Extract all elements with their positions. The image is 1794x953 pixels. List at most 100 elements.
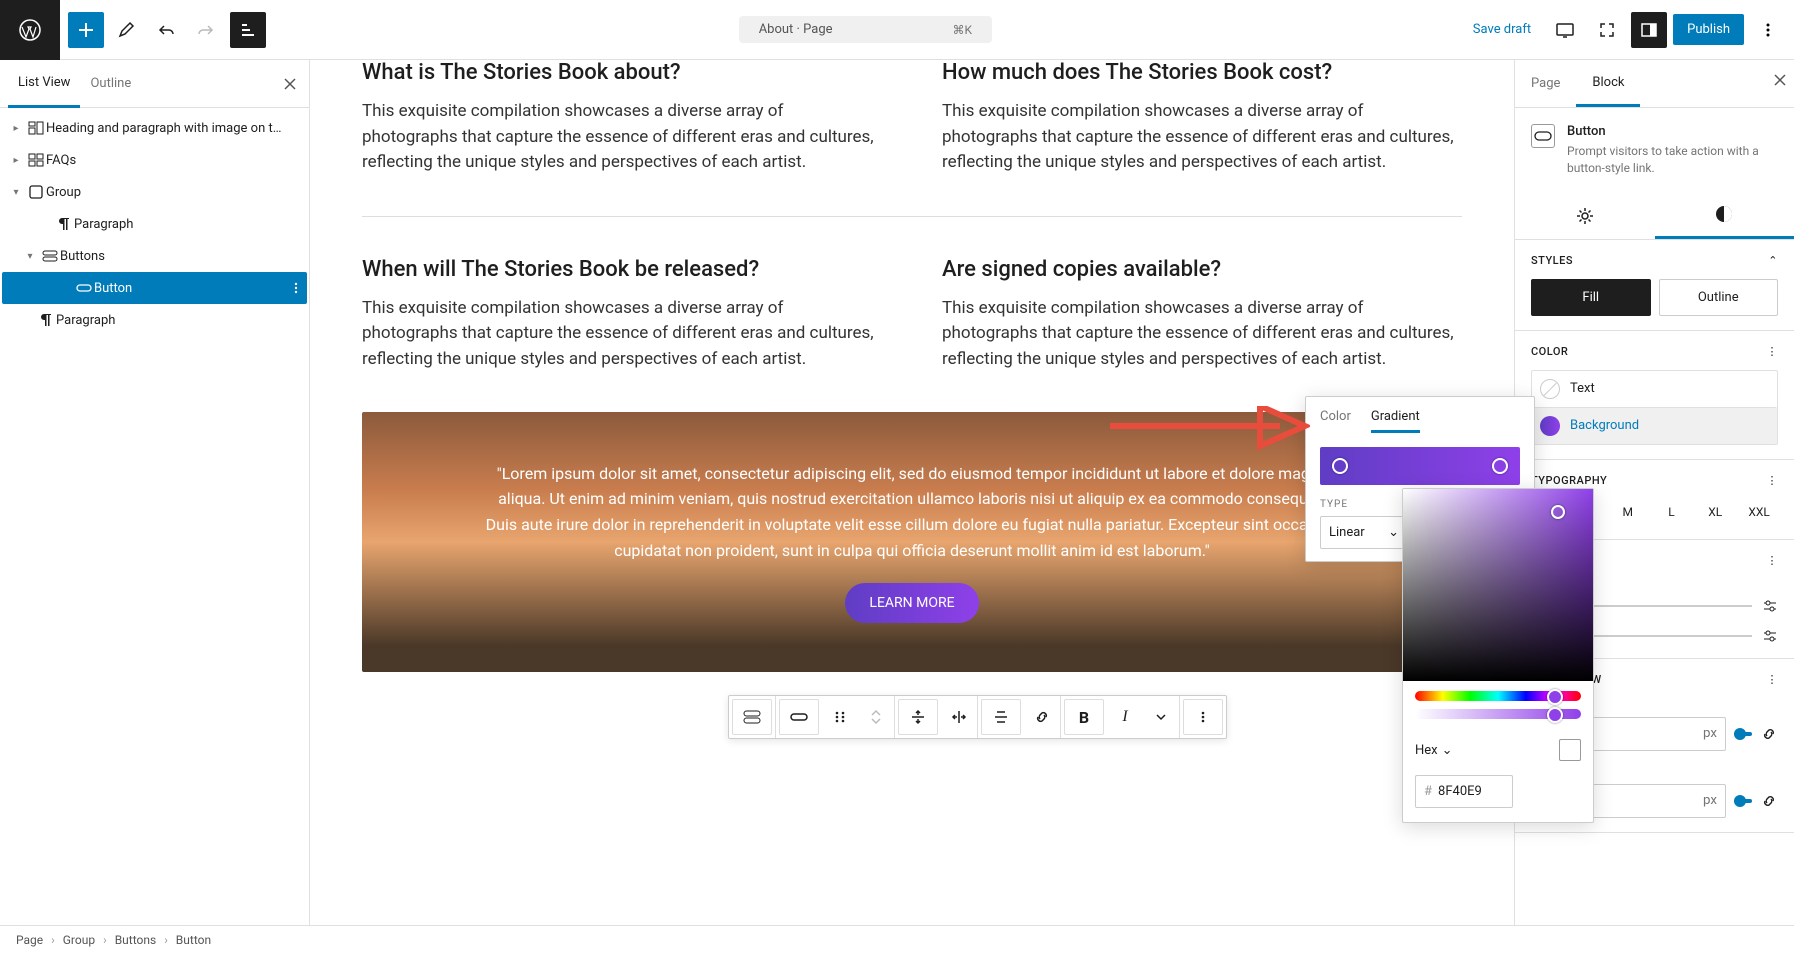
tree-item-group[interactable]: ▾ Group: [2, 176, 307, 208]
quote-text[interactable]: "Lorem ipsum dolor sit amet, consectetur…: [482, 461, 1342, 563]
view-button[interactable]: [1547, 12, 1583, 48]
gradient-preview[interactable]: [1320, 447, 1520, 485]
settings-icon[interactable]: [1762, 598, 1778, 614]
crumb-group[interactable]: Group: [63, 933, 95, 947]
link-icon[interactable]: [1760, 725, 1778, 743]
options-button[interactable]: [1750, 12, 1786, 48]
link-icon[interactable]: [1760, 792, 1778, 810]
tree-item-paragraph[interactable]: Paragraph: [2, 208, 307, 240]
saturation-area[interactable]: [1403, 489, 1593, 681]
block-type-button[interactable]: [779, 699, 819, 735]
block-tab[interactable]: Block: [1576, 60, 1640, 107]
settings-panel-toggle[interactable]: [1631, 12, 1667, 48]
edit-button[interactable]: [108, 12, 144, 48]
breadcrumb-footer: Page› Group› Buttons› Button: [0, 925, 1794, 953]
close-settings-button[interactable]: [1772, 72, 1788, 88]
type-value: Linear: [1329, 525, 1365, 540]
color-text-button[interactable]: Text: [1532, 371, 1777, 407]
crumb-buttons[interactable]: Buttons: [115, 933, 157, 947]
page-tab[interactable]: Page: [1515, 60, 1576, 107]
more-icon[interactable]: [289, 281, 303, 295]
undo-button[interactable]: [148, 12, 184, 48]
crumb-page[interactable]: Page: [16, 933, 43, 947]
more-icon[interactable]: ⋮: [1767, 345, 1779, 358]
document-title[interactable]: About · Page ⌘K: [739, 16, 992, 43]
size-xxl[interactable]: XXL: [1740, 499, 1778, 525]
format-select[interactable]: Hex⌄: [1415, 743, 1453, 758]
wordpress-logo[interactable]: [0, 0, 60, 60]
size-m[interactable]: M: [1609, 499, 1647, 525]
tree-item-paragraph[interactable]: Paragraph: [2, 304, 307, 336]
gradient-stop[interactable]: [1332, 458, 1348, 474]
faq-heading: What is The Stories Book about?: [362, 60, 882, 85]
faq-item[interactable]: Are signed copies available?This exquisi…: [942, 257, 1462, 373]
cover-block[interactable]: "Lorem ipsum dolor sit amet, consectetur…: [362, 412, 1462, 672]
more-icon[interactable]: ⋮: [1767, 554, 1779, 567]
add-block-button[interactable]: [68, 12, 104, 48]
gradient-tab[interactable]: Gradient: [1371, 409, 1420, 433]
fullscreen-button[interactable]: [1589, 12, 1625, 48]
buttons-icon: [40, 248, 60, 264]
tree-label: Button: [94, 281, 303, 296]
chevron-down-icon[interactable]: ▾: [20, 251, 40, 262]
tree-item-buttons[interactable]: ▾ Buttons: [2, 240, 307, 272]
styles-tab[interactable]: [1655, 193, 1794, 239]
width-button[interactable]: [941, 696, 977, 738]
tree-item-faqs[interactable]: ▸ FAQs: [2, 144, 307, 176]
color-picker: Hex⌄ #8F40E9: [1402, 488, 1594, 823]
style-outline-button[interactable]: Outline: [1659, 279, 1779, 316]
border-slider[interactable]: [1734, 732, 1752, 736]
parent-block-button[interactable]: [732, 699, 772, 735]
chevron-up-icon[interactable]: ⌃: [1768, 254, 1778, 267]
italic-button[interactable]: I: [1107, 696, 1143, 738]
settings-tab[interactable]: [1515, 193, 1655, 239]
gradient-stop[interactable]: [1492, 458, 1508, 474]
block-options-button[interactable]: [1183, 699, 1223, 735]
color-cursor[interactable]: [1551, 505, 1565, 519]
color-tab[interactable]: Color: [1320, 409, 1351, 433]
faq-item[interactable]: How much does The Stories Book cost?This…: [942, 60, 1462, 176]
hex-input[interactable]: #8F40E9: [1415, 775, 1513, 808]
faq-item[interactable]: What is The Stories Book about?This exqu…: [362, 60, 882, 176]
list-view-tab[interactable]: List View: [8, 60, 80, 108]
more-icon[interactable]: ⋮: [1767, 474, 1779, 487]
publish-button[interactable]: Publish: [1673, 14, 1744, 45]
color-background-button[interactable]: Background: [1532, 407, 1777, 444]
faq-body: This exquisite compilation showcases a d…: [942, 296, 1462, 373]
tree-item-heading[interactable]: ▸ Heading and paragraph with image on t…: [2, 112, 307, 144]
redo-button[interactable]: [188, 12, 224, 48]
faq-heading: How much does The Stories Book cost?: [942, 60, 1462, 85]
learn-more-button[interactable]: LEARN MORE: [845, 583, 978, 623]
eyedropper-button[interactable]: [1559, 739, 1581, 761]
link-button[interactable]: [1024, 696, 1060, 738]
typography-heading: Typography: [1531, 474, 1607, 487]
drag-handle[interactable]: [822, 696, 858, 738]
settings-icon[interactable]: [1762, 628, 1778, 644]
bold-button[interactable]: B: [1064, 699, 1104, 735]
document-overview-button[interactable]: [230, 12, 266, 48]
more-formatting-button[interactable]: [1143, 696, 1179, 738]
close-panel-button[interactable]: [279, 73, 301, 95]
size-xl[interactable]: XL: [1696, 499, 1734, 525]
hue-slider[interactable]: [1415, 691, 1581, 701]
align-button[interactable]: [898, 699, 938, 735]
justify-button[interactable]: [981, 699, 1021, 735]
radius-slider[interactable]: [1734, 799, 1752, 803]
gradient-type-select[interactable]: Linear ⌄: [1320, 516, 1408, 549]
move-button[interactable]: [858, 696, 894, 738]
alpha-slider[interactable]: [1415, 709, 1581, 719]
chevron-down-icon[interactable]: ▾: [6, 187, 26, 198]
button-icon: [1531, 124, 1555, 148]
chevron-right-icon[interactable]: ▸: [6, 155, 26, 166]
more-icon[interactable]: ⋮: [1767, 673, 1779, 686]
size-l[interactable]: L: [1653, 499, 1691, 525]
command-shortcut: ⌘K: [953, 23, 973, 37]
faq-item[interactable]: When will The Stories Book be released?T…: [362, 257, 882, 373]
save-draft-button[interactable]: Save draft: [1463, 22, 1541, 37]
chevron-right-icon[interactable]: ▸: [6, 123, 26, 134]
crumb-button[interactable]: Button: [176, 933, 211, 947]
tree-item-button[interactable]: Button: [2, 272, 307, 304]
tree-label: Buttons: [60, 249, 303, 264]
outline-tab[interactable]: Outline: [80, 60, 141, 108]
style-fill-button[interactable]: Fill: [1531, 279, 1651, 316]
